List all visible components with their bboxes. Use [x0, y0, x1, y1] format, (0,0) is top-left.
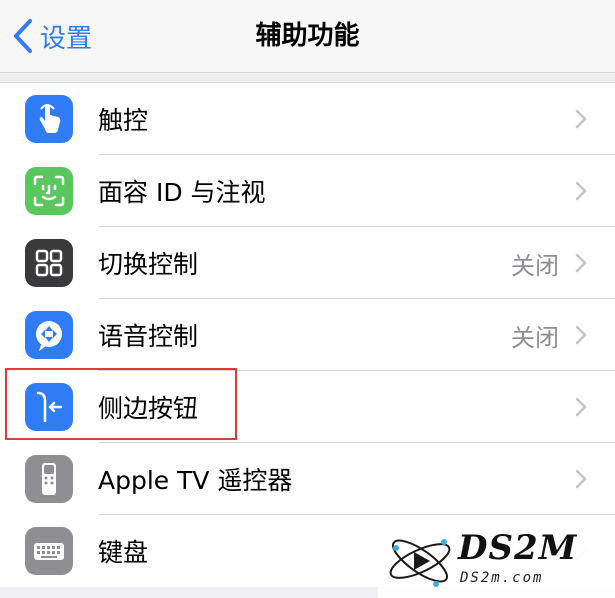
watermark-title: DS2M [458, 528, 578, 568]
list-item-side-button[interactable]: 侧边按钮 [0, 371, 615, 443]
row-label: Apple TV 遥控器 [98, 466, 293, 495]
chevron-right-icon [575, 181, 587, 201]
list-item-face-id[interactable]: 面容 ID 与注视 [0, 155, 615, 227]
chevron-right-icon [575, 253, 587, 273]
remote-icon [25, 455, 73, 503]
chevron-right-icon [575, 397, 587, 417]
hand-touch-icon [25, 95, 73, 143]
row-label: 切换控制 [98, 250, 199, 279]
chevron-right-icon [575, 469, 587, 489]
row-value: 关闭 [511, 251, 559, 280]
chevron-right-icon [575, 325, 587, 345]
row-label: 触控 [98, 106, 149, 135]
list-item-apple-tv-remote[interactable]: Apple TV 遥控器 [0, 443, 615, 515]
side-button-icon [25, 383, 73, 431]
list-item-voice-control[interactable]: 语音控制 关闭 [0, 299, 615, 371]
watermark: DS2M DS2m.com [378, 522, 615, 598]
switch-control-icon [25, 239, 73, 287]
atom-logo-icon [389, 539, 451, 587]
row-label: 面容 ID 与注视 [98, 178, 266, 207]
chevron-right-icon [575, 109, 587, 129]
navigation-bar: 设置 辅助功能 [0, 0, 615, 73]
row-label: 语音控制 [98, 322, 199, 351]
face-id-icon [25, 167, 73, 215]
list-item-touch[interactable]: 触控 [0, 83, 615, 155]
watermark-subtitle: DS2m.com [460, 570, 544, 586]
voice-control-icon [25, 311, 73, 359]
row-label: 侧边按钮 [98, 394, 199, 423]
settings-list: 触控 面容 ID 与注视 切换控制 关闭 语音控制 关闭 侧边按钮 Apple … [0, 82, 615, 587]
list-item-switch-control[interactable]: 切换控制 关闭 [0, 227, 615, 299]
row-value: 关闭 [511, 323, 559, 352]
page-title: 辅助功能 [255, 21, 360, 51]
keyboard-icon [25, 527, 73, 575]
